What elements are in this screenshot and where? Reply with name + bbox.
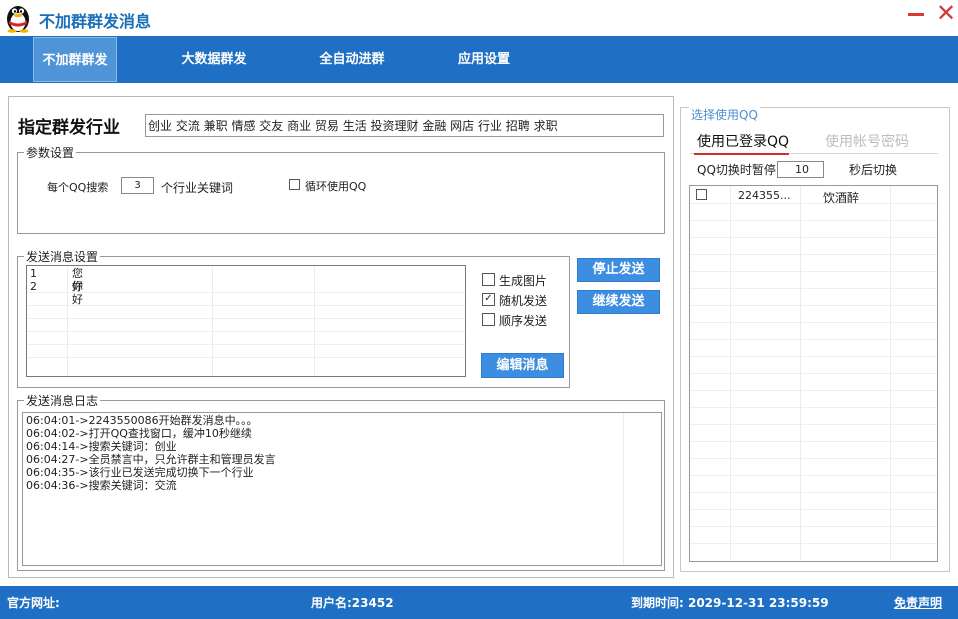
account-row-checkbox[interactable] [696,189,707,200]
account-panel-legend: 选择使用QQ [689,106,760,123]
log-line: 06:04:35->该行业已发送完成切换下一个行业 [26,466,254,479]
grid-line [690,339,937,340]
switch-pause-label: QQ切换时暂停 [697,163,776,177]
tab-group-send-without-join[interactable]: 不加群群发 [33,37,117,82]
log-line: 06:04:27->全员禁言中，只允许群主和管理员发言 [26,453,276,466]
tab-auto-join-group[interactable]: 全自动进群 [307,37,397,82]
grid-line [690,271,937,272]
grid-line [690,407,937,408]
official-site-label: 官方网址: [7,596,60,610]
log-textarea[interactable]: 06:04:01->2243550086开始群发消息中。。。 06:04:02-… [22,412,662,566]
account-id: 224355... [738,189,791,202]
expire-time-label: 到期时间: 2029-12-31 23:59:59 [631,596,829,610]
message-list[interactable]: 1 您好 2 你好 [26,265,466,377]
active-tab-underline [694,153,789,155]
grid-line [690,441,937,442]
loop-qq-checkbox[interactable] [289,179,300,190]
log-line: 06:04:02->打开QQ查找窗口，缓冲10秒继续 [26,427,252,440]
message-index: 1 [30,267,37,280]
switch-pause-input[interactable]: 10 [777,161,824,178]
close-button[interactable]: ✕ [934,0,958,27]
keyword-suffix-label: 个行业关键词 [161,181,234,195]
switch-suffix-label: 秒后切换 [849,163,898,177]
grid-line [690,322,937,323]
tab-use-logged-in-qq[interactable]: 使用已登录QQ [697,131,789,151]
grid-line [27,318,465,319]
account-nickname: 饮酒醉 [823,191,860,205]
grid-line [623,413,624,565]
minimize-button[interactable] [908,13,924,16]
grid-line [690,305,937,306]
grid-line [690,475,937,476]
send-settings-legend: 发送消息设置 [24,248,101,265]
grid-line [27,331,465,332]
checkmark-icon: ✓ [484,293,493,304]
app-title: 不加群群发消息 [39,12,152,31]
industry-label: 指定群发行业 [18,118,120,138]
loop-qq-label: 循环使用QQ [305,180,367,193]
qq-penguin-icon [7,6,29,33]
grid-line [27,344,465,345]
tab-big-data-send[interactable]: 大数据群发 [170,37,258,82]
grid-line [690,390,937,391]
stop-send-button[interactable]: 停止发送 [577,258,660,282]
grid-line [690,526,937,527]
grid-line [690,543,937,544]
log-line: 06:04:14->搜索关键词：创业 [26,440,177,453]
grid-line [27,305,465,306]
grid-line [212,266,213,376]
log-line: 06:04:36->搜索关键词：交流 [26,479,177,492]
industry-input[interactable]: 创业 交流 兼职 情感 交友 商业 贸易 生活 投资理财 金融 网店 行业 招聘… [145,114,664,137]
log-line: 06:04:01->2243550086开始群发消息中。。。 [26,414,258,427]
edit-message-button[interactable]: 编辑消息 [481,353,564,378]
keyword-count-input[interactable]: 3 [121,177,154,194]
grid-line [690,492,937,493]
grid-line [690,356,937,357]
grid-line [67,266,68,376]
generate-image-label: 生成图片 [499,274,548,288]
grid-line [690,203,937,204]
per-qq-search-label: 每个QQ搜索 [47,181,109,194]
close-icon: ✕ [935,0,957,27]
generate-image-checkbox[interactable] [482,273,495,286]
grid-line [690,509,937,510]
random-send-checkbox[interactable]: ✓ [482,293,495,306]
message-text: 你好 [72,280,83,306]
random-send-label: 随机发送 [499,294,548,308]
disclaimer-link[interactable]: 免责声明 [894,594,942,611]
sequential-send-checkbox[interactable] [482,313,495,326]
tab-app-settings[interactable]: 应用设置 [444,37,524,82]
grid-line [690,237,937,238]
account-list[interactable] [689,185,938,562]
sequential-send-label: 顺序发送 [499,314,548,328]
grid-line [690,288,937,289]
grid-line [690,254,937,255]
params-legend: 参数设置 [24,144,77,161]
grid-line [690,424,937,425]
log-legend: 发送消息日志 [24,392,101,409]
grid-line [690,458,937,459]
message-index: 2 [30,280,37,293]
grid-line [690,373,937,374]
grid-line [690,220,937,221]
grid-line [314,266,315,376]
grid-line [27,292,465,293]
grid-line [27,357,465,358]
tab-use-account-password[interactable]: 使用帐号密码 [825,131,909,151]
username-label: 用户名:23452 [311,596,394,610]
continue-send-button[interactable]: 继续发送 [577,290,660,314]
